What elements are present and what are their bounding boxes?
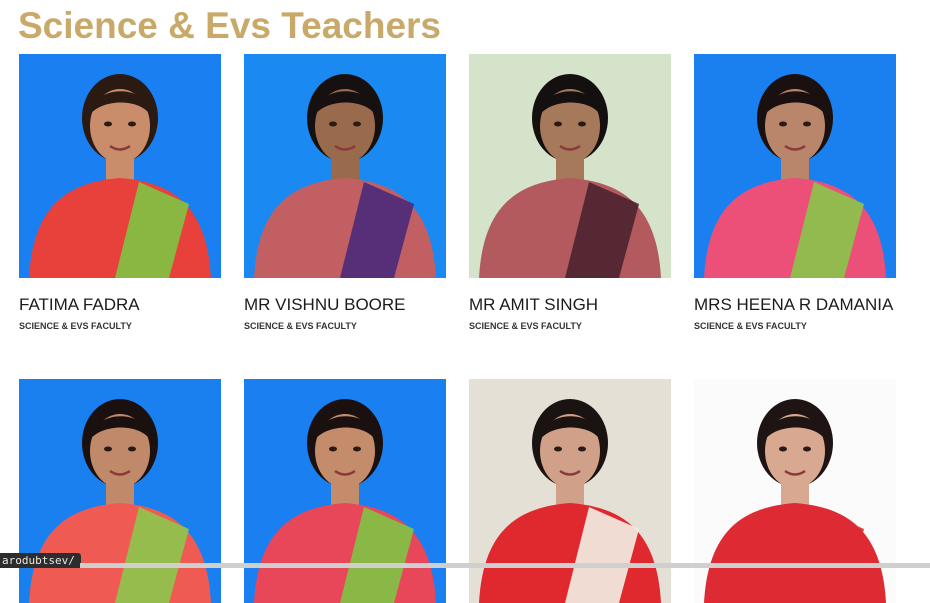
portrait-image bbox=[244, 54, 446, 278]
teacher-name: MRS HEENA R DAMANIA bbox=[694, 295, 894, 314]
teacher-photo[interactable] bbox=[469, 54, 671, 278]
portrait-image bbox=[244, 379, 446, 603]
teacher-role: SCIENCE & EVS FACULTY bbox=[469, 321, 582, 331]
teacher-photo[interactable] bbox=[694, 379, 896, 603]
teacher-role: SCIENCE & EVS FACULTY bbox=[19, 321, 132, 331]
teacher-photo[interactable] bbox=[19, 379, 221, 603]
portrait-image bbox=[19, 54, 221, 278]
teacher-card[interactable]: FATIMA FADRA SCIENCE & EVS FACULTY bbox=[19, 54, 221, 332]
teacher-photo[interactable] bbox=[469, 379, 671, 603]
portrait-image bbox=[694, 379, 896, 603]
teacher-photo[interactable] bbox=[19, 54, 221, 278]
teacher-card[interactable]: MR VISHNU BOORE SCIENCE & EVS FACULTY bbox=[244, 54, 446, 332]
teacher-card[interactable] bbox=[469, 379, 671, 603]
teacher-photo[interactable] bbox=[694, 54, 896, 278]
teacher-card[interactable] bbox=[244, 379, 446, 603]
status-bar-url: arodubtsev/ bbox=[0, 553, 81, 568]
teacher-name: MR AMIT SINGH bbox=[469, 295, 599, 314]
teacher-name: MR VISHNU BOORE bbox=[244, 295, 406, 314]
portrait-image bbox=[694, 54, 896, 278]
teacher-photo[interactable] bbox=[244, 379, 446, 603]
teacher-card[interactable]: MR AMIT SINGH SCIENCE & EVS FACULTY bbox=[469, 54, 671, 332]
horizontal-scrollbar[interactable] bbox=[80, 563, 930, 568]
portrait-image bbox=[469, 54, 671, 278]
teacher-card[interactable]: MRS HEENA R DAMANIA SCIENCE & EVS FACULT… bbox=[694, 54, 896, 332]
teacher-role: SCIENCE & EVS FACULTY bbox=[694, 321, 807, 331]
teacher-photo[interactable] bbox=[244, 54, 446, 278]
portrait-image bbox=[19, 379, 221, 603]
teacher-role: SCIENCE & EVS FACULTY bbox=[244, 321, 357, 331]
teacher-card[interactable] bbox=[694, 379, 896, 603]
section-title: Science & Evs Teachers bbox=[18, 5, 442, 46]
teacher-name: FATIMA FADRA bbox=[19, 295, 140, 314]
teacher-card[interactable] bbox=[19, 379, 221, 603]
portrait-image bbox=[469, 379, 671, 603]
